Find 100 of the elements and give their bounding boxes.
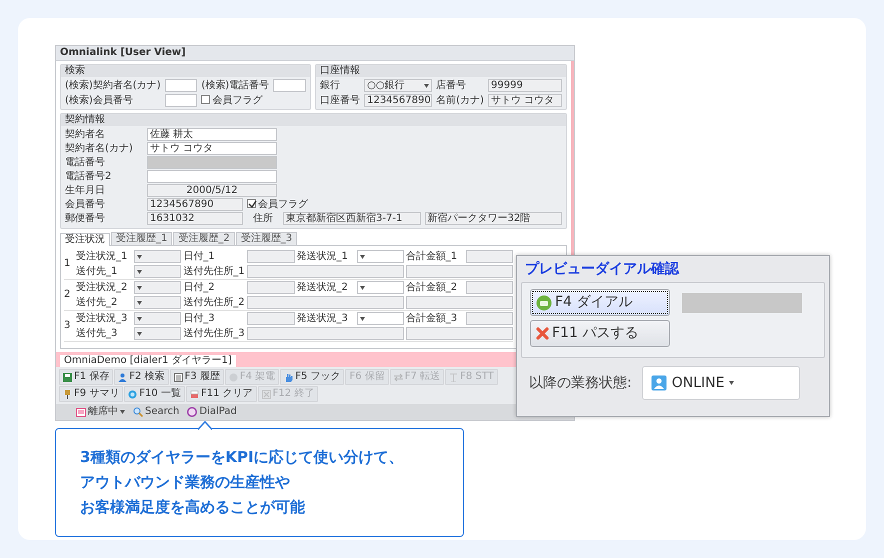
field-label: 送付先_1 [76, 266, 118, 278]
input-field[interactable] [247, 250, 294, 263]
input-field[interactable] [406, 296, 513, 309]
caret-icon [137, 286, 142, 290]
text-icon [449, 372, 458, 382]
field-label: 会員番号 [65, 198, 106, 210]
dropdown-field[interactable] [134, 312, 182, 325]
caret-icon [137, 300, 142, 304]
dialog-title: プレビューダイアル確認 [524, 260, 680, 279]
tab[interactable]: 受注履歴_3 [236, 232, 298, 245]
field-label: 住所 [252, 212, 274, 224]
caret-icon [729, 381, 734, 385]
input-field[interactable]: 佐藤 耕太 [147, 128, 277, 141]
tab[interactable]: 受注状況 [60, 233, 110, 246]
checkbox[interactable] [201, 94, 210, 104]
close-icon [262, 390, 271, 398]
toolbar-button[interactable]: F5 フック [280, 369, 344, 385]
status-dropdown[interactable]: ONLINE [642, 366, 800, 400]
dialog-button[interactable]: F11 パスする [530, 320, 670, 347]
field-label: 合計金額_2 [406, 282, 458, 294]
toolbar-button[interactable]: F11 クリア [186, 386, 257, 402]
field-label: (検索)契約者名(カナ) [65, 80, 161, 92]
field-label: 送付先住所_2 [183, 296, 246, 308]
input-field[interactable] [406, 265, 513, 278]
field-label: 発送状況_3 [296, 312, 349, 324]
eraser-icon [190, 390, 199, 398]
input-field[interactable] [147, 170, 277, 183]
input-field[interactable] [247, 327, 404, 340]
phone-icon [536, 294, 552, 310]
input-field[interactable] [406, 327, 513, 340]
caret-icon [137, 270, 142, 274]
toolbar-button[interactable]: F3 履歴 [170, 369, 224, 385]
status-item[interactable]: Search [133, 406, 180, 418]
caret-icon [137, 316, 142, 320]
callout-text: 3種類のダイヤラーをKPIに応じて使い分けて、 アウトバウンド業務の生産性や お客様満足度を高めることが可能 [80, 447, 405, 518]
field-label: 受注状況_1 [76, 250, 128, 262]
caret-icon [137, 254, 142, 258]
field-label: 送付先住所_3 [183, 328, 246, 340]
field-label: 発送状況_2 [296, 282, 349, 294]
dropdown-field[interactable] [356, 281, 404, 294]
input-field[interactable] [164, 79, 198, 92]
field-label: 送付先_3 [76, 328, 118, 340]
group-title: 検索 [61, 65, 310, 77]
field-label: (検索)電話番号 [201, 80, 270, 92]
dropdown-field[interactable] [134, 250, 182, 263]
checkbox[interactable] [247, 198, 256, 208]
input-field[interactable] [466, 250, 513, 263]
field-label: 受注状況_2 [76, 282, 128, 294]
field-label: 生年月日 [65, 184, 106, 196]
input-field[interactable]: サトウ コウタ [147, 142, 277, 155]
caret-icon [137, 332, 142, 336]
tab[interactable]: 受注履歴_2 [173, 232, 235, 245]
field-label: 日付_2 [183, 282, 216, 294]
input-field[interactable] [273, 79, 306, 92]
input-field[interactable] [466, 281, 513, 294]
row-number: 1 [64, 258, 72, 270]
caret-icon [360, 316, 364, 320]
field-label: 店番号 [436, 80, 468, 92]
toolbar-button[interactable]: F2 検索 [114, 369, 169, 385]
search-icon [133, 407, 143, 417]
toolbar-button[interactable]: F1 保存 [59, 369, 114, 385]
toolbar-button[interactable]: F10 一覧 [124, 386, 185, 402]
tab[interactable]: 受注履歴_1 [111, 232, 172, 245]
field-label: 銀行 [320, 80, 341, 92]
person-icon [118, 372, 128, 382]
input-field[interactable] [247, 296, 404, 309]
status-item[interactable]: DialPad [187, 406, 237, 418]
dropdown-field[interactable] [134, 327, 182, 340]
input-field[interactable] [247, 265, 404, 278]
field-label: 合計金額_3 [406, 312, 458, 324]
toolbar-button[interactable]: F9 サマリ [59, 386, 124, 402]
input-field[interactable] [164, 94, 198, 107]
field-label: 日付_3 [183, 312, 216, 324]
field-label: (検索)会員番号 [65, 94, 134, 106]
caret-icon [424, 84, 430, 88]
input-field[interactable] [247, 281, 294, 294]
dropdown-field[interactable] [134, 296, 182, 309]
dropdown-field[interactable] [356, 250, 404, 263]
field-label: 送付先_2 [76, 296, 118, 308]
field-label: 電話番号2 [65, 170, 112, 182]
dropdown-field[interactable] [356, 312, 404, 325]
field-label: 郵便番号 [65, 212, 106, 224]
field-label: 電話番号 [65, 156, 106, 168]
group-title: 口座情報 [316, 65, 566, 77]
dropdown-field[interactable] [134, 281, 182, 294]
cross-icon [536, 327, 549, 340]
dialog-button[interactable]: F4 ダイアル [530, 289, 670, 316]
checkbox-label: 会員フラグ [212, 94, 262, 106]
field-label: 発送状況_1 [296, 250, 349, 262]
status-item[interactable]: 離席中 [76, 406, 125, 418]
field-label: 名前(カナ) [436, 94, 484, 106]
dropdown-field[interactable] [134, 265, 182, 278]
window-tab[interactable]: OmniaDemo [dialer1 ダイヤラー1] [60, 355, 236, 367]
row-number: 2 [64, 289, 72, 301]
input-field[interactable] [247, 312, 294, 325]
status-icon [76, 408, 86, 416]
arrows-icon [394, 372, 403, 382]
input-field[interactable] [466, 312, 513, 325]
field-label: 送付先住所_1 [183, 266, 246, 278]
list-icon [174, 372, 183, 382]
